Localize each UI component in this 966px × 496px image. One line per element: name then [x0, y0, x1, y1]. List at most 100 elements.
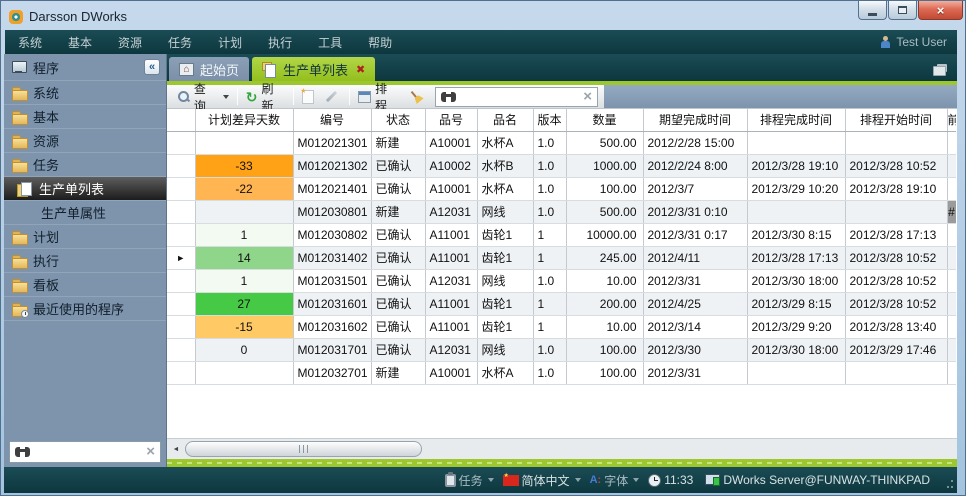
- scroll-left-arrow-icon[interactable]: ◄: [169, 442, 183, 457]
- resize-grip-icon[interactable]: [944, 479, 954, 489]
- status-task-menu[interactable]: 任务: [445, 472, 494, 489]
- menu-item[interactable]: 任务: [155, 34, 205, 51]
- cell-extra[interactable]: [947, 246, 956, 269]
- sidebar-item-node[interactable]: 看板: [4, 273, 166, 297]
- cell-sched-start[interactable]: 2012/3/28 19:10: [845, 177, 947, 200]
- row-indicator[interactable]: [167, 200, 195, 223]
- cell-status[interactable]: 已确认: [371, 154, 425, 177]
- table-row[interactable]: -22M012021401已确认A10001水杯A1.0100.002012/3…: [167, 177, 956, 200]
- table-row[interactable]: -33M012021302已确认A10002水杯B1.01000.002012/…: [167, 154, 956, 177]
- cell-due-time[interactable]: 2012/3/30: [643, 338, 747, 361]
- cell-diff-days[interactable]: [195, 361, 293, 384]
- cell-order-no[interactable]: M012030802: [293, 223, 371, 246]
- table-row[interactable]: M012021301新建A10001水杯A1.0500.002012/2/28 …: [167, 131, 956, 154]
- cell-order-no[interactable]: M012021302: [293, 154, 371, 177]
- cell-order-no[interactable]: M012021301: [293, 131, 371, 154]
- sidebar-item-node[interactable]: 系统: [4, 81, 166, 105]
- row-indicator[interactable]: [167, 223, 195, 246]
- cell-order-no[interactable]: M012031701: [293, 338, 371, 361]
- cell-extra[interactable]: [947, 131, 956, 154]
- sidebar-search-clear-icon[interactable]: ×: [146, 445, 155, 459]
- cell-item-name[interactable]: 网线: [477, 338, 533, 361]
- cell-qty[interactable]: 1000.00: [566, 154, 643, 177]
- menu-item[interactable]: 资源: [105, 34, 155, 51]
- cell-extra[interactable]: [947, 269, 956, 292]
- sidebar-collapse-button[interactable]: «: [144, 59, 160, 75]
- cell-diff-days[interactable]: 27: [195, 292, 293, 315]
- menu-item[interactable]: 工具: [305, 34, 355, 51]
- col-diff-days[interactable]: 计划差异天数: [195, 109, 293, 131]
- col-indicator[interactable]: [167, 109, 195, 131]
- cell-item-name[interactable]: 水杯A: [477, 131, 533, 154]
- cell-qty[interactable]: 500.00: [566, 131, 643, 154]
- cell-sched-start[interactable]: [845, 131, 947, 154]
- cell-due-time[interactable]: 2012/2/24 8:00: [643, 154, 747, 177]
- clean-button[interactable]: [403, 90, 429, 104]
- cell-diff-days[interactable]: 14: [195, 246, 293, 269]
- cell-sched-start[interactable]: 2012/3/29 17:46: [845, 338, 947, 361]
- sidebar-item-selected[interactable]: 生产单列表: [4, 177, 166, 201]
- cell-order-no[interactable]: M012031602: [293, 315, 371, 338]
- cell-item-no[interactable]: A10001: [425, 177, 477, 200]
- cell-version[interactable]: 1: [533, 292, 566, 315]
- cell-version[interactable]: 1.0: [533, 154, 566, 177]
- menu-item[interactable]: 系统: [5, 34, 55, 51]
- cell-item-no[interactable]: A10002: [425, 154, 477, 177]
- scrollbar-thumb[interactable]: [185, 441, 422, 457]
- cell-item-name[interactable]: 网线: [477, 200, 533, 223]
- sidebar-item-node[interactable]: 最近使用的程序: [4, 297, 166, 321]
- cell-order-no[interactable]: M012031501: [293, 269, 371, 292]
- cell-item-name[interactable]: 齿轮1: [477, 315, 533, 338]
- cell-diff-days[interactable]: [195, 200, 293, 223]
- cell-version[interactable]: 1: [533, 246, 566, 269]
- status-language-menu[interactable]: 简体中文: [503, 472, 581, 489]
- cell-extra[interactable]: [947, 223, 956, 246]
- cell-item-no[interactable]: A11001: [425, 315, 477, 338]
- table-row[interactable]: ►14M012031402已确认A11001齿轮11245.002012/4/1…: [167, 246, 956, 269]
- cell-status[interactable]: 已确认: [371, 315, 425, 338]
- cell-diff-days[interactable]: 1: [195, 223, 293, 246]
- cell-status[interactable]: 新建: [371, 200, 425, 223]
- toolbar-search-clear-icon[interactable]: ×: [583, 90, 592, 104]
- col-sched-end[interactable]: 排程完成时间: [747, 109, 845, 131]
- cell-version[interactable]: 1.0: [533, 338, 566, 361]
- cell-extra[interactable]: #: [947, 200, 956, 223]
- row-indicator[interactable]: [167, 338, 195, 361]
- cell-sched-start[interactable]: 2012/3/28 17:13: [845, 223, 947, 246]
- horizontal-scrollbar[interactable]: ◄: [167, 438, 957, 459]
- cell-item-name[interactable]: 水杯B: [477, 154, 533, 177]
- table-row[interactable]: M012032701新建A10001水杯A1.0100.002012/3/31: [167, 361, 956, 384]
- row-indicator[interactable]: [167, 361, 195, 384]
- cell-extra[interactable]: [947, 154, 956, 177]
- row-indicator[interactable]: [167, 315, 195, 338]
- cell-item-no[interactable]: A11001: [425, 246, 477, 269]
- col-qty[interactable]: 数量: [566, 109, 643, 131]
- table-row[interactable]: 0M012031701已确认A12031网线1.0100.002012/3/30…: [167, 338, 956, 361]
- menu-item[interactable]: 执行: [255, 34, 305, 51]
- cell-item-name[interactable]: 网线: [477, 269, 533, 292]
- cell-status[interactable]: 新建: [371, 131, 425, 154]
- cell-qty[interactable]: 245.00: [566, 246, 643, 269]
- query-dropdown-caret-icon[interactable]: [223, 95, 229, 99]
- tab-production-order-list[interactable]: 生产单列表 ✖: [252, 57, 375, 81]
- sidebar-item-node[interactable]: 资源: [4, 129, 166, 153]
- row-indicator[interactable]: [167, 131, 195, 154]
- cell-qty[interactable]: 100.00: [566, 361, 643, 384]
- cell-sched-end[interactable]: [747, 361, 845, 384]
- status-font-menu[interactable]: A: 字体: [590, 472, 640, 489]
- cell-due-time[interactable]: 2012/3/31: [643, 269, 747, 292]
- cell-sched-start[interactable]: 2012/3/28 10:52: [845, 246, 947, 269]
- cell-status[interactable]: 已确认: [371, 223, 425, 246]
- cell-qty[interactable]: 10000.00: [566, 223, 643, 246]
- cell-extra[interactable]: [947, 292, 956, 315]
- cell-item-no[interactable]: A11001: [425, 292, 477, 315]
- cell-due-time[interactable]: 2012/3/31 0:10: [643, 200, 747, 223]
- cell-status[interactable]: 已确认: [371, 269, 425, 292]
- sidebar-item-node[interactable]: 基本: [4, 105, 166, 129]
- table-row[interactable]: M012030801新建A12031网线1.0500.002012/3/31 0…: [167, 200, 956, 223]
- cell-version[interactable]: 1.0: [533, 131, 566, 154]
- table-row[interactable]: 1M012030802已确认A11001齿轮1110000.002012/3/3…: [167, 223, 956, 246]
- cell-order-no[interactable]: M012031601: [293, 292, 371, 315]
- cell-qty[interactable]: 100.00: [566, 338, 643, 361]
- cell-sched-end[interactable]: 2012/3/29 8:15: [747, 292, 845, 315]
